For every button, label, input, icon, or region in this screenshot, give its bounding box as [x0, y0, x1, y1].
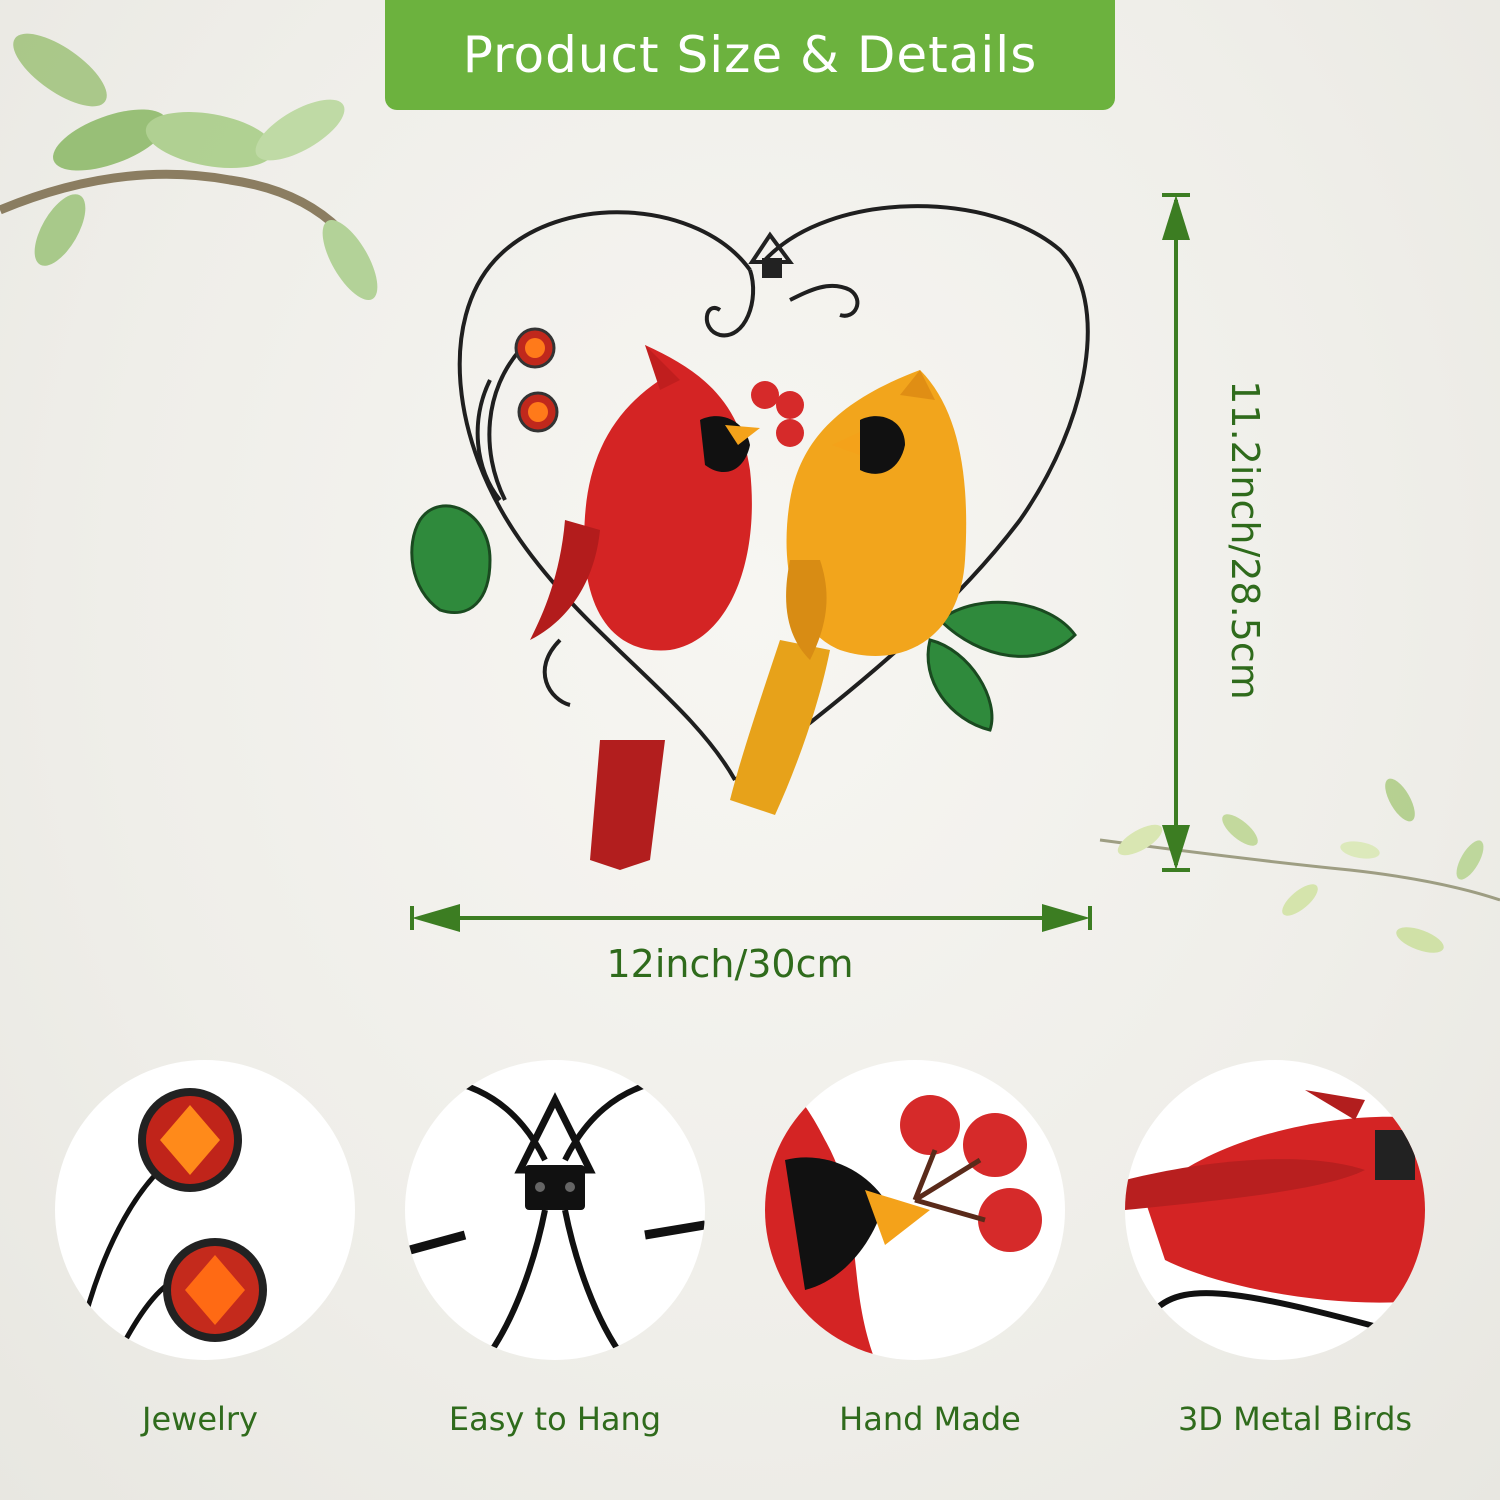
height-dimension-label: 11.2inch/28.5cm — [1223, 380, 1267, 700]
feature-label-jewelry: Jewelry — [142, 1400, 258, 1438]
feature-label-hand-made: Hand Made — [839, 1400, 1021, 1438]
yellow-cardinal — [730, 370, 967, 815]
feature-label-3d-metal-birds: 3D Metal Birds — [1177, 1400, 1413, 1438]
width-dimension-label: 12inch/30cm — [606, 942, 854, 986]
feature-label-easy-to-hang: Easy to Hang — [448, 1400, 662, 1438]
height-dimension-arrow — [1162, 193, 1190, 872]
feature-3d-metal-birds-image — [1125, 1060, 1425, 1360]
width-dimension-arrow — [410, 904, 1092, 932]
bird-beak-berries-icon — [765, 1060, 1042, 1360]
red-cardinal — [530, 345, 760, 870]
hanger-hook-icon — [408, 1077, 705, 1360]
branch-decoration-bottom-right — [1099, 778, 1500, 953]
feature-hand-made-image — [765, 1060, 1065, 1360]
branch-decoration-top-left — [0, 33, 378, 300]
feature-easy-hang-image — [405, 1060, 705, 1360]
jewel-ornaments — [514, 327, 559, 433]
metal-bird-icon — [1125, 1090, 1425, 1343]
feature-jewelry-image — [55, 1060, 355, 1360]
jewel-icon — [72, 1088, 267, 1360]
berries — [751, 381, 804, 447]
